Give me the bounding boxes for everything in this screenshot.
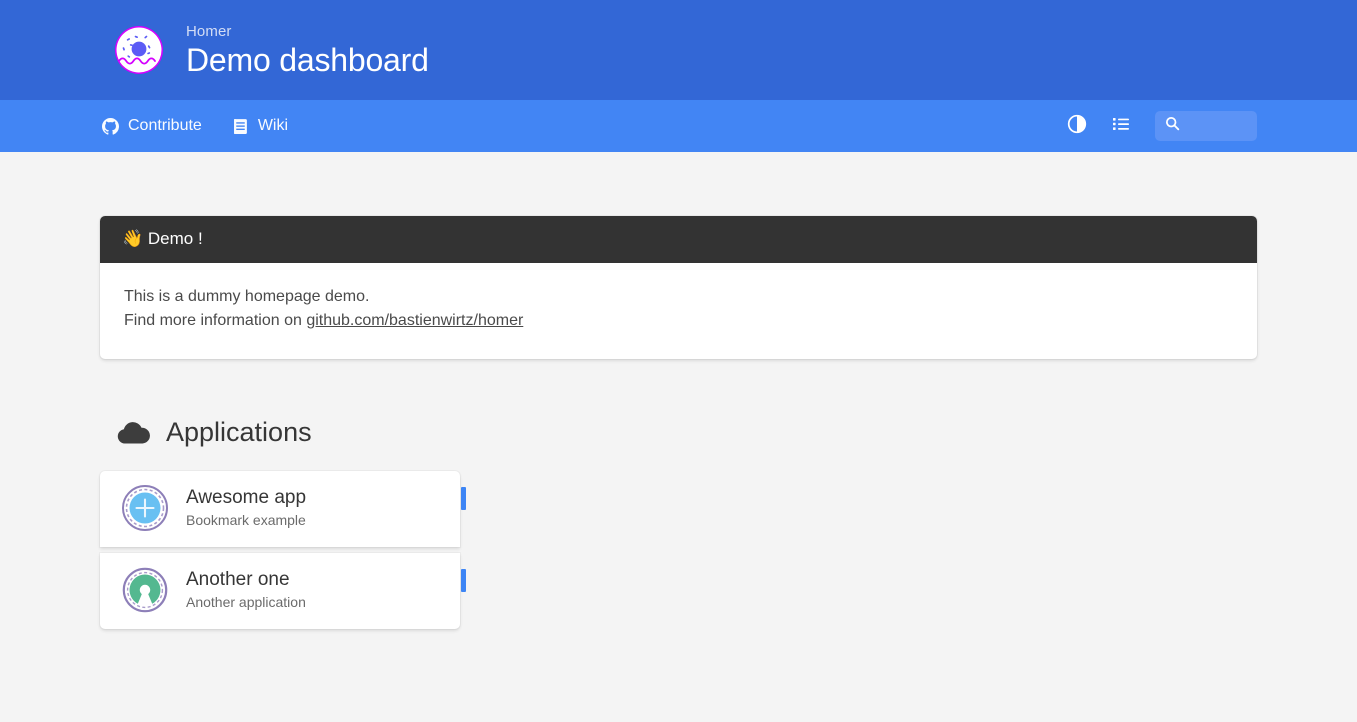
- navbar: Contribute Wiki: [0, 100, 1357, 152]
- brand-subtitle: Homer: [186, 22, 232, 40]
- app-card-another-one[interactable]: Another one Another application: [100, 553, 466, 629]
- site-header: Homer Demo dashboard: [0, 0, 1357, 100]
- dark-mode-toggle[interactable]: [1055, 106, 1099, 146]
- cloud-icon: [116, 415, 150, 449]
- application-card-list: Awesome app Bookmark example Another one…: [100, 471, 466, 629]
- navbar-actions: [1055, 106, 1257, 146]
- message-link[interactable]: github.com/bastienwirtz/homer: [306, 312, 523, 329]
- app-name: Another one: [186, 569, 290, 590]
- app-name: Awesome app: [186, 487, 307, 508]
- message-line-2: Find more information on github.com/bast…: [124, 309, 1233, 333]
- message-line-1: This is a dummy homepage demo.: [124, 288, 370, 305]
- message-heading: 👋 Demo !: [100, 216, 1257, 263]
- github-icon: [102, 117, 119, 135]
- search-icon: [1165, 116, 1180, 136]
- app-tag-badge: [461, 487, 466, 510]
- navbar-links: Contribute Wiki: [100, 113, 290, 139]
- nav-link-label: Contribute: [128, 117, 202, 134]
- message-body: This is a dummy homepage demo. Find more…: [100, 263, 1257, 359]
- search-input[interactable]: [1186, 118, 1246, 134]
- app-subtitle: Another application: [186, 594, 306, 610]
- nav-link-label: Wiki: [257, 117, 289, 134]
- search-box[interactable]: [1155, 111, 1257, 141]
- main-content: 👋 Demo ! This is a dummy homepage demo. …: [0, 216, 1357, 629]
- message-line-2-prefix: Find more information on: [124, 312, 307, 329]
- list-icon: [1111, 114, 1131, 139]
- app-subtitle: Bookmark example: [186, 512, 306, 528]
- group-title: Applications: [166, 417, 312, 447]
- brand[interactable]: Homer Demo dashboard: [114, 23, 429, 78]
- open-source-badge-icon: [122, 567, 168, 613]
- group-applications: Applications Awesome app Bookmark exampl…: [100, 415, 1257, 629]
- book-icon: [232, 118, 249, 135]
- app-tag-badge: [461, 569, 466, 592]
- group-header: Applications: [100, 415, 1257, 449]
- nav-link-wiki[interactable]: Wiki: [230, 113, 290, 139]
- blue-plus-badge-icon: [122, 485, 168, 531]
- message-card: 👋 Demo ! This is a dummy homepage demo. …: [100, 216, 1257, 359]
- layout-toggle[interactable]: [1099, 106, 1143, 146]
- donut-logo-icon: [114, 25, 164, 75]
- app-card-awesome-app[interactable]: Awesome app Bookmark example: [100, 471, 466, 547]
- contrast-circle-icon: [1067, 114, 1087, 139]
- nav-link-contribute[interactable]: Contribute: [100, 113, 204, 139]
- page-title: Demo dashboard: [186, 41, 429, 78]
